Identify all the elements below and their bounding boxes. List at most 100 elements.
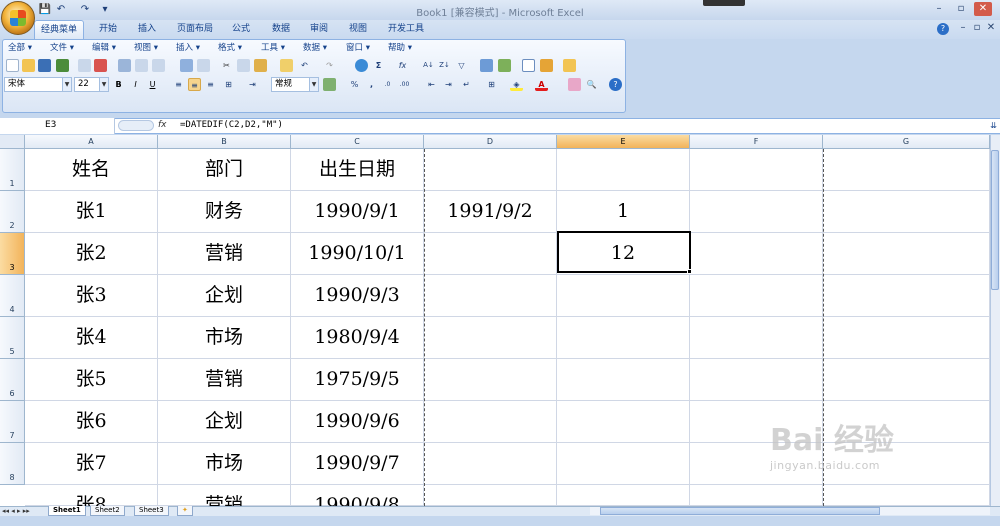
cell-e6[interactable] bbox=[557, 359, 690, 401]
row-header-7[interactable]: 7 bbox=[0, 401, 25, 443]
menu-all[interactable]: 全部 ▾ bbox=[8, 42, 32, 55]
formula-bar-expand-icon[interactable]: ⇊ bbox=[988, 119, 999, 133]
cell-f5[interactable] bbox=[690, 317, 823, 359]
fill-color-icon[interactable]: ◈ bbox=[510, 78, 523, 91]
cell-a7[interactable]: 张6 bbox=[25, 401, 158, 443]
sheet-nav-arrows-icon[interactable]: ◂◂ ◂ ▸ ▸▸ bbox=[2, 506, 30, 516]
cell-b1[interactable]: 部门 bbox=[158, 149, 291, 191]
cell-a2[interactable]: 张1 bbox=[25, 191, 158, 233]
cell-c8[interactable]: 1990/9/7 bbox=[291, 443, 424, 485]
formula-input[interactable]: =DATEDIF(C2,D2,"M") bbox=[180, 118, 283, 134]
spelling-icon[interactable] bbox=[118, 59, 131, 72]
comma-button[interactable]: , bbox=[365, 78, 378, 91]
insert-sheet-icon[interactable]: ✦ bbox=[177, 506, 193, 516]
cell-a5[interactable]: 张4 bbox=[25, 317, 158, 359]
cell-g6[interactable] bbox=[823, 359, 990, 401]
cut-icon[interactable]: ✂ bbox=[220, 59, 233, 72]
cell-b2[interactable]: 财务 bbox=[158, 191, 291, 233]
cell-a1[interactable]: 姓名 bbox=[25, 149, 158, 191]
close-icon[interactable]: ✕ bbox=[974, 2, 992, 16]
menu-view[interactable]: 视图 ▾ bbox=[134, 42, 158, 55]
office-button[interactable] bbox=[1, 1, 35, 35]
menu-format[interactable]: 格式 ▾ bbox=[218, 42, 242, 55]
cell-e5[interactable] bbox=[557, 317, 690, 359]
menu-tools[interactable]: 工具 ▾ bbox=[261, 42, 285, 55]
select-all-corner[interactable] bbox=[0, 135, 25, 149]
tab-view[interactable]: 视图 bbox=[343, 20, 373, 39]
cell-b4[interactable]: 企划 bbox=[158, 275, 291, 317]
menu-help[interactable]: 帮助 ▾ bbox=[388, 42, 412, 55]
cell-e8[interactable] bbox=[557, 443, 690, 485]
tab-classic-menu[interactable]: 经典菜单 bbox=[34, 20, 85, 39]
column-header-d[interactable]: D bbox=[424, 135, 557, 149]
cell-b3[interactable]: 营销 bbox=[158, 233, 291, 275]
cell-d6[interactable] bbox=[424, 359, 557, 401]
cell-b6[interactable]: 营销 bbox=[158, 359, 291, 401]
cell-d9[interactable] bbox=[424, 485, 557, 506]
cell-c5[interactable]: 1980/9/4 bbox=[291, 317, 424, 359]
zoom-icon[interactable]: 🔍 bbox=[585, 78, 598, 91]
tab-review[interactable]: 审阅 bbox=[304, 20, 334, 39]
size-dropdown-arrow[interactable]: ▼ bbox=[99, 78, 108, 91]
increase-decimal-icon[interactable]: .0 bbox=[381, 78, 394, 91]
cell-f3[interactable] bbox=[690, 233, 823, 275]
research-icon[interactable] bbox=[135, 59, 148, 72]
doc-close-icon[interactable]: ✕ bbox=[982, 21, 1000, 35]
cell-g5[interactable] bbox=[823, 317, 990, 359]
folder-icon[interactable] bbox=[563, 59, 576, 72]
cell-a9[interactable]: 张8 bbox=[25, 485, 158, 516]
menu-insert[interactable]: 插入 ▾ bbox=[176, 42, 200, 55]
minimize-icon[interactable]: – bbox=[930, 2, 948, 16]
column-header-a[interactable]: A bbox=[25, 135, 158, 149]
menu-edit[interactable]: 编辑 ▾ bbox=[92, 42, 116, 55]
menu-window[interactable]: 窗口 ▾ bbox=[346, 42, 370, 55]
cell-c9[interactable]: 1990/9/8 bbox=[291, 485, 424, 516]
cell-a8[interactable]: 张7 bbox=[25, 443, 158, 485]
undo-toolbar-icon[interactable]: ↶ bbox=[298, 59, 311, 72]
cell-e4[interactable] bbox=[557, 275, 690, 317]
print-icon[interactable] bbox=[78, 59, 91, 72]
row-header-8[interactable]: 8 bbox=[0, 443, 25, 485]
pivot-icon[interactable] bbox=[498, 59, 511, 72]
row-header-1[interactable]: 1 bbox=[0, 149, 25, 191]
cell-f4[interactable] bbox=[690, 275, 823, 317]
cell-f2[interactable] bbox=[690, 191, 823, 233]
spell-check-icon[interactable] bbox=[180, 59, 193, 72]
tab-formulas[interactable]: 公式 bbox=[226, 20, 256, 39]
cell-c6[interactable]: 1975/9/5 bbox=[291, 359, 424, 401]
column-header-f[interactable]: F bbox=[690, 135, 823, 149]
cell-f6[interactable] bbox=[690, 359, 823, 401]
align-left-icon[interactable]: ≡ bbox=[172, 78, 185, 91]
redo-toolbar-icon[interactable]: ↷ bbox=[323, 59, 336, 72]
merge-center-icon[interactable]: ⊞ bbox=[222, 78, 235, 91]
underline-button[interactable]: U bbox=[146, 78, 159, 91]
autosum-icon[interactable]: Σ bbox=[372, 59, 385, 72]
grid-icon[interactable] bbox=[522, 59, 535, 72]
tab-home[interactable]: 开始 bbox=[93, 20, 123, 39]
maximize-icon[interactable]: ▫ bbox=[952, 2, 970, 16]
cell-c3[interactable]: 1990/10/1 bbox=[291, 233, 424, 275]
fill-handle[interactable] bbox=[687, 269, 692, 274]
cell-c1[interactable]: 出生日期 bbox=[291, 149, 424, 191]
print-preview-icon[interactable] bbox=[94, 59, 107, 72]
cell-d2[interactable]: 1991/9/2 bbox=[424, 191, 557, 233]
function-icon[interactable]: fx bbox=[158, 118, 176, 134]
translate-icon[interactable] bbox=[197, 59, 210, 72]
cell-d8[interactable] bbox=[424, 443, 557, 485]
decrease-decimal-icon[interactable]: .00 bbox=[398, 78, 411, 91]
cell-g1[interactable] bbox=[823, 149, 990, 191]
cell-b5[interactable]: 市场 bbox=[158, 317, 291, 359]
cell-b9[interactable]: 营销 bbox=[158, 485, 291, 516]
row-header-3[interactable]: 3 bbox=[0, 233, 25, 275]
cell-c4[interactable]: 1990/9/3 bbox=[291, 275, 424, 317]
cell-b7[interactable]: 企划 bbox=[158, 401, 291, 443]
formula-expand-handle[interactable] bbox=[118, 120, 154, 131]
drawing-icon[interactable] bbox=[540, 59, 553, 72]
decrease-indent-icon[interactable]: ⇤ bbox=[425, 78, 438, 91]
sort-ascending-icon[interactable]: A↓ bbox=[422, 59, 435, 72]
sort-descending-icon[interactable]: Z↓ bbox=[438, 59, 451, 72]
number-format-select[interactable]: 常规 ▼ bbox=[271, 77, 319, 92]
cell-e7[interactable] bbox=[557, 401, 690, 443]
sheet-tab-1[interactable]: Sheet1 bbox=[48, 506, 86, 516]
cell-g4[interactable] bbox=[823, 275, 990, 317]
